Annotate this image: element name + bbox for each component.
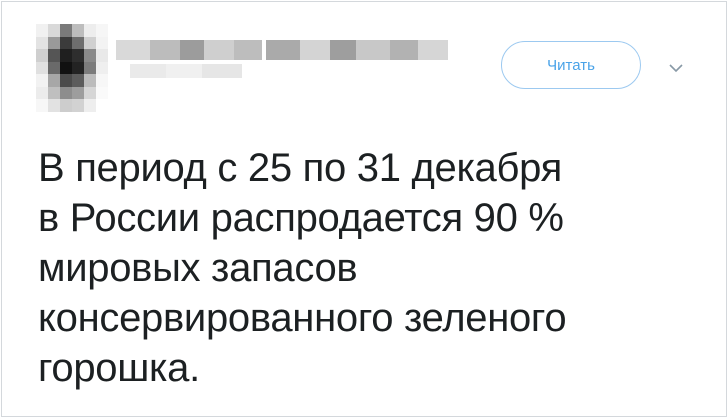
author-name-pixelated[interactable] — [116, 38, 456, 82]
tweet-line: в России распродается 90 % — [38, 196, 564, 240]
tweet-line: горошка. — [38, 346, 200, 390]
tweet-line: мировых запасов — [38, 246, 358, 290]
follow-button[interactable]: Читать — [501, 41, 641, 89]
avatar[interactable] — [36, 24, 108, 112]
tweet-card: Читать В период с 25 по 31 декабря в Рос… — [1, 1, 727, 417]
tweet-line: В период с 25 по 31 декабря — [38, 146, 562, 190]
chevron-down-icon[interactable] — [666, 58, 686, 78]
tweet-text: В период с 25 по 31 декабря в России рас… — [38, 143, 678, 393]
tweet-line: консервированного зеленого — [38, 296, 567, 340]
